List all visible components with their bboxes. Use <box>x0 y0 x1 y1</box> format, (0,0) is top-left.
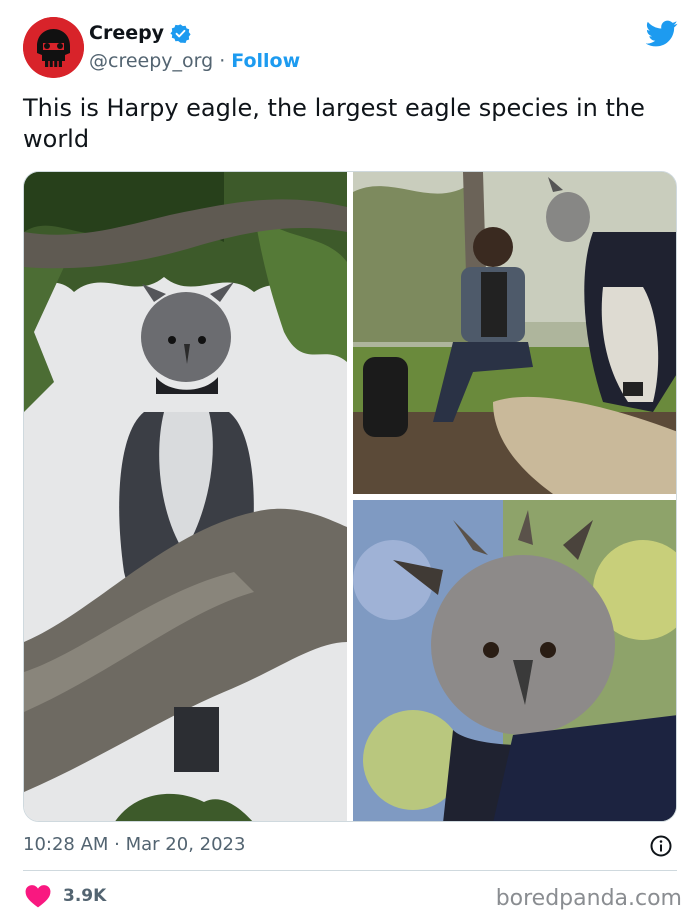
follow-button[interactable]: Follow <box>231 50 300 72</box>
divider <box>23 870 677 871</box>
tweet-card: Creepy @creepy_org · Follow This is Harp… <box>0 0 700 924</box>
like-button[interactable]: 3.9K <box>25 884 106 908</box>
account-handle-row: @creepy_org · Follow <box>89 50 300 72</box>
photo-harpy-eagle-perched[interactable] <box>24 172 347 821</box>
tweet-text: This is Harpy eagle, the largest eagle s… <box>23 94 645 153</box>
account-handle[interactable]: @creepy_org <box>89 50 213 72</box>
account-name[interactable]: Creepy <box>89 22 164 44</box>
tweet-timestamp[interactable]: 10:28 AM · Mar 20, 2023 <box>23 834 245 855</box>
account-name-row: Creepy <box>89 22 191 44</box>
photo-harpy-eagle-close-up[interactable] <box>353 500 676 821</box>
separator-dot: · <box>219 50 226 72</box>
verified-badge-icon <box>170 23 191 44</box>
avatar[interactable] <box>23 17 84 78</box>
photo-man-with-harpy-eagle[interactable] <box>353 172 676 494</box>
twitter-bird-icon[interactable] <box>646 20 678 48</box>
watermark: boredpanda.com <box>495 886 682 911</box>
info-icon[interactable] <box>649 834 673 858</box>
skull-avatar-icon <box>23 17 84 78</box>
like-count: 3.9K <box>63 886 107 906</box>
heart-icon <box>25 884 51 908</box>
media-grid <box>23 171 677 822</box>
